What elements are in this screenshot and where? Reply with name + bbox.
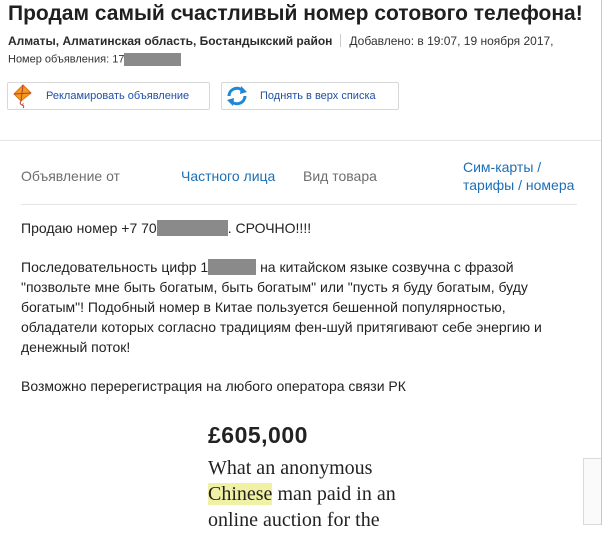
lift-ad-button[interactable]: Поднять в верх списка <box>221 82 399 110</box>
photo-text: man paid in an <box>272 483 396 505</box>
photo-highlight: Chinese <box>208 483 273 505</box>
description-text: Последовательность цифр 1 <box>21 259 209 275</box>
photo-text-line: What an anonymous <box>208 457 373 479</box>
redacted-block <box>124 53 182 66</box>
description-text: Продаю номер +7 70 <box>21 220 157 236</box>
description-paragraph: Последовательность цифр 1 на китайском я… <box>21 257 581 357</box>
meta-divider <box>340 34 342 47</box>
photo-text-line: Chinese man paid in an <box>208 481 468 507</box>
param-from-label: Объявление от <box>21 168 120 184</box>
side-widget[interactable] <box>583 458 601 525</box>
promote-ad-button[interactable]: Рекламировать объявление <box>7 82 210 110</box>
lift-ad-label: Поднять в верх списка <box>260 90 376 102</box>
description-paragraph: Возможно перерегистрация на любого опера… <box>21 378 406 394</box>
photo-text-line: online auction for the <box>208 509 380 531</box>
promote-ad-label: Рекламировать объявление <box>46 90 190 102</box>
content-border <box>601 0 602 525</box>
ad-number: Номер объявления: 17 <box>8 53 182 66</box>
ad-number-label: Номер объявления: 17 <box>8 53 125 66</box>
redacted-block <box>208 259 257 275</box>
param-type-value[interactable]: Сим-карты / тарифы / номера <box>463 158 574 194</box>
kite-icon <box>8 83 38 109</box>
ad-added-date: Добавлено: в 19:07, 19 ноября 2017, <box>349 34 554 48</box>
param-type-value-line2: тарифы / номера <box>463 177 575 193</box>
description-paragraph: Продаю номер +7 70 . СРОЧНО!!!! <box>21 218 581 238</box>
redacted-block <box>156 220 228 236</box>
ad-photo[interactable]: £605,000 What an anonymous Chinese man p… <box>208 422 468 533</box>
ad-meta: Алматы, Алматинская область, Бостандыкск… <box>8 34 554 48</box>
ad-params: Объявление от Частного лица Вид товара С… <box>21 158 577 205</box>
param-type-value-line1: Сим-карты / <box>463 159 542 175</box>
param-from-value[interactable]: Частного лица <box>181 168 275 184</box>
ad-title: Продам самый счастливый номер сотового т… <box>8 2 583 25</box>
refresh-arrows-icon <box>222 83 252 109</box>
ad-location: Алматы, Алматинская область, Бостандыкск… <box>8 34 333 48</box>
ad-description: Продаю номер +7 70 . СРОЧНО!!!! Последова… <box>21 218 581 415</box>
param-type-label: Вид товара <box>303 168 377 184</box>
description-text: . СРОЧНО!!!! <box>227 220 312 236</box>
photo-price-text: £605,000 <box>208 422 308 448</box>
